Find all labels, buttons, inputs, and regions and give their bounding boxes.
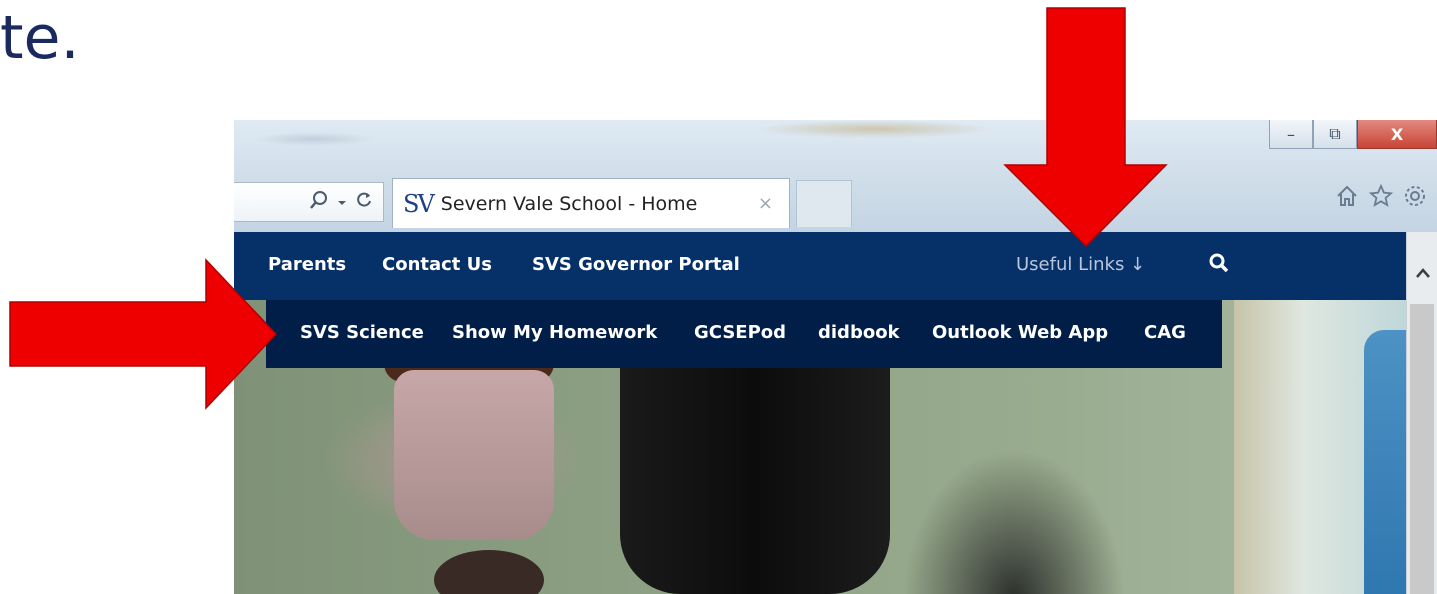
new-tab-button[interactable] [796, 180, 852, 227]
useful-links-dropdown: SVS Science Show My Homework GCSEPod did… [266, 300, 1222, 368]
minimize-button[interactable]: – [1269, 120, 1313, 149]
home-icon[interactable] [1335, 184, 1359, 214]
dropdown-icon[interactable] [337, 192, 347, 213]
tab-severn-vale-home[interactable]: SV Severn Vale School - Home × [392, 178, 790, 228]
scroll-up-icon[interactable] [1407, 258, 1437, 288]
window-controls: – ⧉ X [1269, 120, 1437, 154]
dropdown-item-cag[interactable]: CAG [1144, 322, 1186, 343]
browser-titlebar: – ⧉ X SV Severn Vale School - Home × [234, 120, 1437, 232]
nav-item-useful-links[interactable]: Useful Links ↓ [1016, 254, 1145, 275]
close-icon: X [1390, 124, 1404, 144]
address-bar-controls[interactable] [234, 182, 384, 222]
nav-item-parents[interactable]: Parents [268, 254, 346, 275]
dropdown-item-didbook[interactable]: didbook [818, 322, 900, 343]
nav-item-svs-governor-portal[interactable]: SVS Governor Portal [532, 254, 740, 275]
dropdown-item-outlook-web-app[interactable]: Outlook Web App [932, 322, 1108, 343]
search-icon[interactable] [309, 190, 329, 215]
site-nav: Parents Contact Us SVS Governor Portal U… [234, 232, 1437, 300]
search-icon[interactable] [1208, 252, 1230, 278]
close-window-button[interactable]: X [1357, 120, 1437, 149]
nav-item-contact-us[interactable]: Contact Us [382, 254, 492, 275]
favorites-star-icon[interactable] [1368, 183, 1394, 214]
refresh-icon[interactable] [355, 191, 373, 214]
restore-icon: ⧉ [1329, 124, 1341, 143]
dropdown-item-gcsepod[interactable]: GCSEPod [694, 322, 786, 343]
red-right-arrow-icon [9, 258, 278, 410]
restore-button[interactable]: ⧉ [1313, 120, 1357, 149]
tab-close-icon[interactable]: × [758, 193, 773, 214]
settings-gear-icon[interactable] [1403, 184, 1427, 214]
dropdown-item-svs-science[interactable]: SVS Science [300, 322, 424, 343]
slide-title-fragment: te. [0, 3, 80, 73]
scroll-thumb[interactable] [1410, 304, 1434, 594]
browser-tools [1335, 183, 1427, 214]
red-down-arrow-icon [1003, 7, 1168, 248]
tab-title: Severn Vale School - Home [440, 192, 698, 215]
vertical-scrollbar[interactable] [1406, 232, 1437, 594]
minimize-icon: – [1287, 124, 1295, 144]
browser-window: – ⧉ X SV Severn Vale School - Home × Par… [234, 120, 1437, 594]
favicon: SV [403, 189, 435, 218]
dropdown-item-show-my-homework[interactable]: Show My Homework [452, 322, 657, 343]
